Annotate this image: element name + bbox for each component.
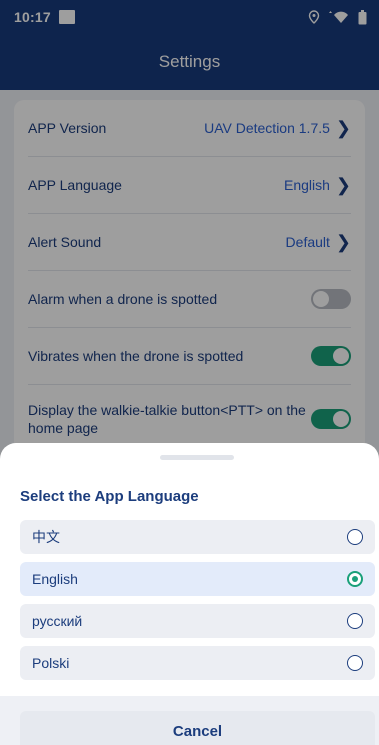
- language-option-polish[interactable]: Polski: [20, 646, 375, 680]
- option-label: 中文: [32, 529, 60, 545]
- option-label: English: [32, 571, 78, 587]
- radio-unchecked-icon[interactable]: [347, 655, 363, 671]
- sheet-title: Select the App Language: [20, 488, 199, 505]
- drag-handle[interactable]: [160, 455, 234, 460]
- language-option-chinese[interactable]: 中文: [20, 520, 375, 554]
- radio-checked-icon[interactable]: [347, 571, 363, 587]
- language-option-english[interactable]: English: [20, 562, 375, 596]
- option-label: Polski: [32, 655, 70, 671]
- radio-unchecked-icon[interactable]: [347, 529, 363, 545]
- language-bottom-sheet: Select the App Language 中文 English русск…: [0, 443, 379, 745]
- radio-unchecked-icon[interactable]: [347, 613, 363, 629]
- language-option-russian[interactable]: русский: [20, 604, 375, 638]
- cancel-button[interactable]: Cancel: [20, 711, 375, 745]
- option-label: русский: [32, 613, 83, 629]
